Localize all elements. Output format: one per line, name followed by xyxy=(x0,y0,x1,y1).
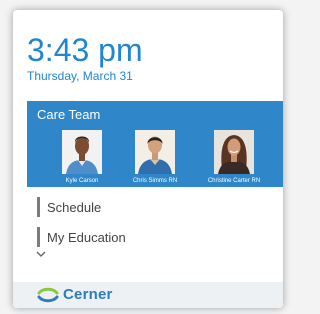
menu-item-my-education[interactable]: My Education xyxy=(37,224,277,250)
clock-panel: 3:43 pm Thursday, March 31 xyxy=(27,33,143,84)
member-name: Christine Carter RN xyxy=(207,178,261,184)
menu-item-marker xyxy=(37,227,40,247)
patient-board-window: 3:43 pm Thursday, March 31 Care Team Kyl… xyxy=(13,10,283,308)
member-photo-avatar xyxy=(62,130,102,174)
current-date: Thursday, March 31 xyxy=(27,69,133,83)
cerner-logo-icon xyxy=(37,287,59,302)
member-name: Chris Simms RN xyxy=(132,178,178,184)
care-team-title: Care Team xyxy=(37,107,101,122)
current-time: 3:43 pm xyxy=(27,32,143,68)
menu-item-label: My Education xyxy=(47,229,126,245)
member-photo-avatar xyxy=(214,130,254,174)
care-team-member[interactable]: Chris Simms RN xyxy=(124,130,186,185)
member-photo-avatar xyxy=(135,130,175,174)
brand-logo: Cerner xyxy=(37,286,113,303)
menu-list: Schedule My Education xyxy=(37,194,277,254)
chevron-down-icon[interactable] xyxy=(35,250,47,258)
menu-item-label: Schedule xyxy=(47,199,102,215)
footer-bar: Cerner xyxy=(13,282,283,308)
care-team-member[interactable]: Kyle Carson xyxy=(51,130,113,185)
menu-item-schedule[interactable]: Schedule xyxy=(37,194,277,220)
care-team-member[interactable]: Christine Carter RN xyxy=(203,130,265,185)
care-team-panel[interactable]: Care Team Kyle Carson Chris Simms RN Chr… xyxy=(27,101,283,187)
member-name: Kyle Carson xyxy=(65,178,99,184)
brand-name: Cerner xyxy=(63,286,113,303)
menu-item-marker xyxy=(37,197,40,217)
